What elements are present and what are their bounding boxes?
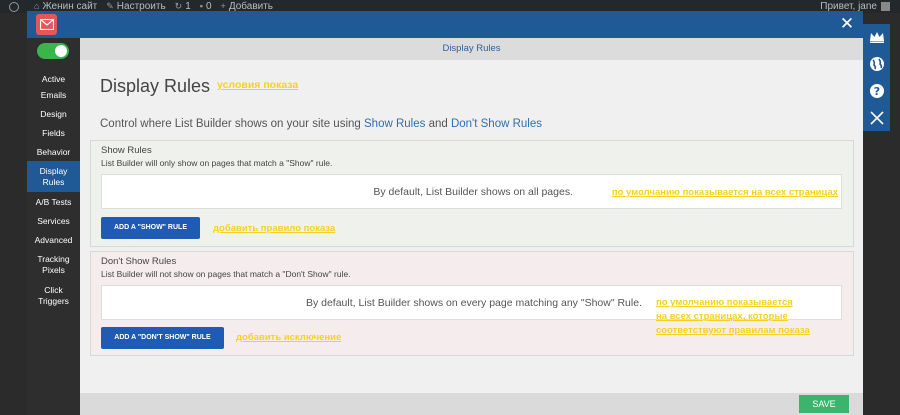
crown-icon bbox=[869, 31, 885, 43]
toolbar-close-button[interactable] bbox=[863, 105, 890, 131]
modal-top-bar: ✕ bbox=[27, 11, 863, 38]
dont-show-rules-default-text: By default, List Builder shows on every … bbox=[305, 297, 642, 309]
sidebar-item-design[interactable]: Design bbox=[27, 109, 80, 120]
svg-text:?: ? bbox=[873, 85, 879, 98]
sidebar-item-label: Click bbox=[44, 285, 63, 295]
globe-icon bbox=[869, 56, 885, 72]
show-rules-link[interactable]: Show Rules bbox=[364, 118, 425, 130]
sidebar-item-label: Display bbox=[39, 166, 68, 176]
intro-text: Control where List Builder shows on your… bbox=[100, 118, 542, 130]
add-show-rule-annotation: добавить правило показа bbox=[213, 223, 336, 234]
wordpress-icon bbox=[9, 1, 19, 12]
envelope-icon bbox=[36, 14, 57, 35]
admin-menu-strip bbox=[0, 13, 27, 415]
content-area: Display Rules Display Rules условия пока… bbox=[80, 38, 863, 415]
globe-button[interactable] bbox=[863, 51, 890, 77]
dont-show-rules-link[interactable]: Don't Show Rules bbox=[451, 118, 542, 130]
dont-show-default-annotation-line2: на всех страницах, которые bbox=[656, 311, 788, 322]
intro-prefix: Control where List Builder shows on your… bbox=[100, 118, 364, 130]
show-rules-title: Show Rules bbox=[101, 145, 152, 156]
dont-show-rules-title: Don't Show Rules bbox=[101, 256, 177, 267]
crown-button[interactable] bbox=[863, 24, 890, 50]
help-icon: ? bbox=[869, 83, 885, 99]
wp-logo-menu[interactable] bbox=[0, 1, 25, 12]
content-header: Display Rules bbox=[80, 38, 863, 60]
close-icon bbox=[869, 110, 885, 126]
modal-footer: SAVE bbox=[80, 393, 863, 415]
show-rules-default-annotation: по умолчанию показывается на всех страни… bbox=[611, 187, 838, 198]
add-dont-show-rule-button[interactable]: ADD A "DON'T SHOW" RULE bbox=[101, 327, 224, 349]
sidebar-item-advanced[interactable]: Advanced bbox=[27, 235, 80, 246]
sidebar-item-ab-tests[interactable]: A/B Tests bbox=[27, 197, 80, 208]
add-dont-show-rule-annotation: добавить исключение bbox=[236, 332, 342, 343]
show-rules-panel: Show Rules List Builder will only show o… bbox=[90, 140, 854, 247]
dont-show-default-annotation-line1: по умолчанию показывается bbox=[656, 297, 793, 308]
sidebar-item-label: Rules bbox=[42, 177, 65, 187]
sidebar-item-label: Tracking bbox=[37, 254, 70, 264]
title-annotation: условия показа bbox=[217, 79, 299, 91]
show-rules-list: By default, List Builder shows on all pa… bbox=[101, 174, 842, 209]
sidebar-item-tracking-pixels[interactable]: Tracking Pixels bbox=[27, 254, 80, 276]
intro-and: and bbox=[425, 118, 451, 130]
avatar bbox=[881, 2, 890, 11]
close-icon: ✕ bbox=[839, 14, 855, 33]
right-toolbar: ? bbox=[863, 24, 890, 131]
dont-show-default-annotation-line3: соответствуют правилам показа bbox=[656, 325, 810, 336]
sidebar-item-label: Pixels bbox=[42, 265, 65, 275]
sidebar-item-emails[interactable]: Emails bbox=[27, 90, 80, 101]
sidebar-item-click-triggers[interactable]: Click Triggers bbox=[27, 285, 80, 307]
list-builder-modal: ✕ Active Emails Design Fields Behavior D… bbox=[27, 11, 863, 415]
show-rules-default-text: By default, List Builder shows on all pa… bbox=[373, 186, 573, 198]
sidebar: Active Emails Design Fields Behavior Dis… bbox=[27, 38, 80, 415]
save-button[interactable]: SAVE bbox=[799, 395, 849, 413]
sidebar-item-services[interactable]: Services bbox=[27, 216, 80, 227]
page-title: Display Rules bbox=[100, 76, 211, 96]
sidebar-item-fields[interactable]: Fields bbox=[27, 128, 80, 139]
dont-show-rules-panel: Don't Show Rules List Builder will not s… bbox=[90, 251, 854, 356]
modal-close-button[interactable]: ✕ bbox=[837, 14, 857, 34]
add-show-rule-button[interactable]: ADD A "SHOW" RULE bbox=[101, 217, 200, 239]
sidebar-item-label: Triggers bbox=[38, 296, 69, 306]
show-rules-description: List Builder will only show on pages tha… bbox=[101, 158, 333, 168]
sidebar-item-display-rules[interactable]: Display Rules bbox=[27, 161, 80, 192]
sidebar-item-behavior[interactable]: Behavior bbox=[27, 147, 80, 158]
dont-show-rules-description: List Builder will not show on pages that… bbox=[101, 269, 351, 279]
active-toggle[interactable] bbox=[37, 43, 69, 59]
toggle-knob bbox=[55, 45, 67, 57]
help-button[interactable]: ? bbox=[863, 78, 890, 104]
sidebar-item-active[interactable]: Active bbox=[27, 74, 80, 85]
